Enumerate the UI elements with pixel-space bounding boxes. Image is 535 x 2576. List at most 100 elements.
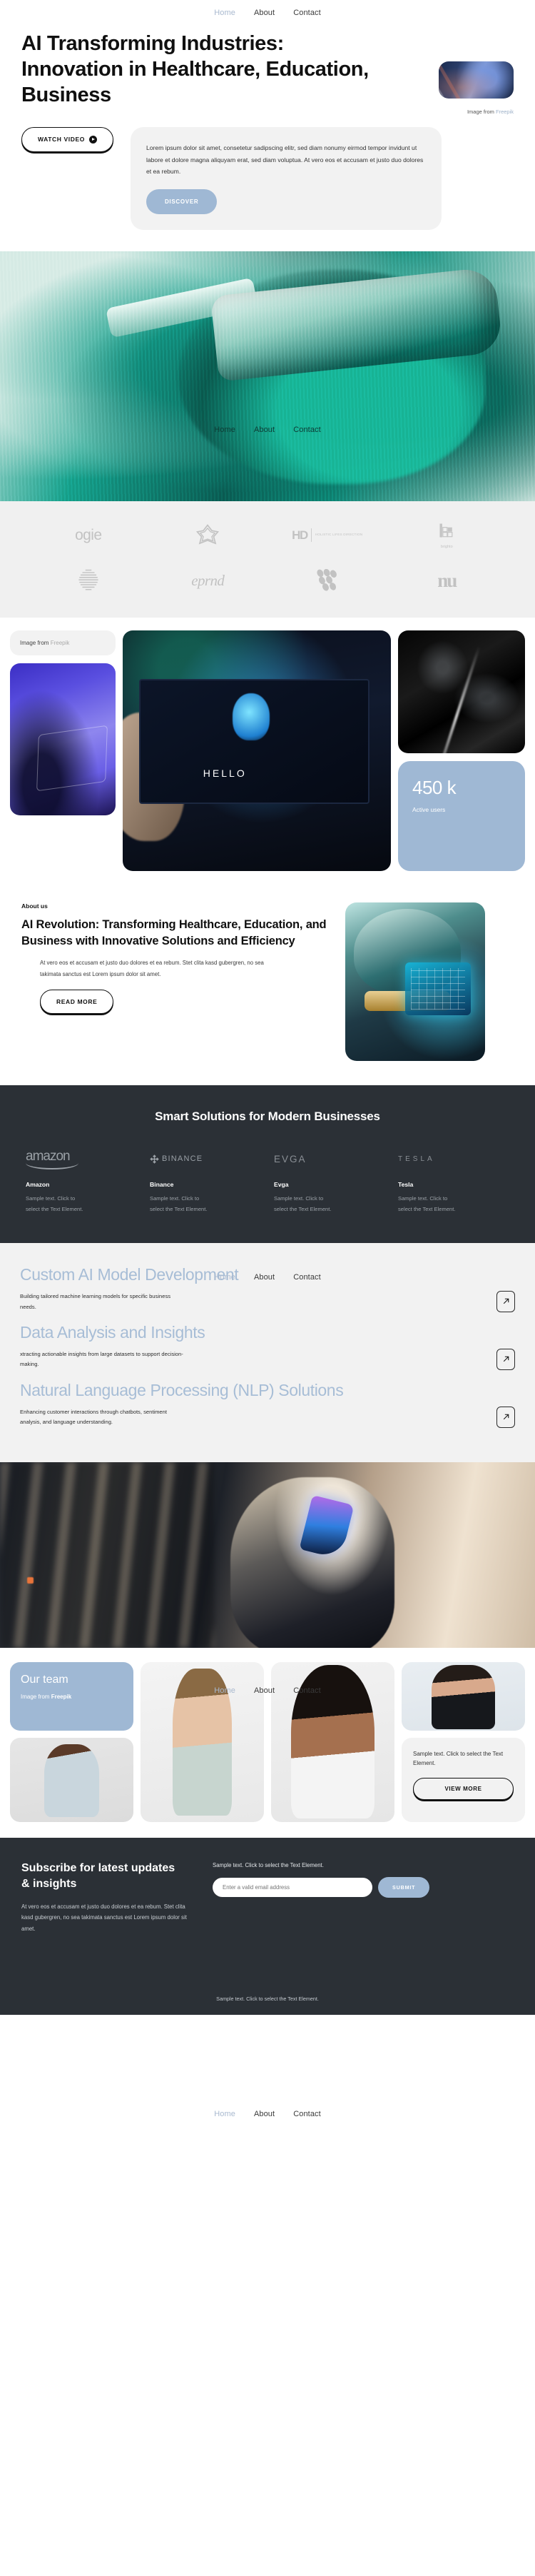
team-image-credit: Image from Freepik <box>21 1694 123 1700</box>
hd-subtitle: HOLISTIC LIFES DIRECTION <box>315 533 363 537</box>
team-section: Our team Image from Freepik Sample text.… <box>0 1647 535 1838</box>
service-arrow-button[interactable] <box>496 1348 515 1370</box>
hero-description-card: Lorem ipsum dolor sit amet, consetetur s… <box>130 126 442 231</box>
newsletter-column: Sample text. Click to select the Text El… <box>213 1861 514 1898</box>
nav-link-contact[interactable]: Contact <box>293 2110 321 2118</box>
brand-name: Tesla <box>398 1181 414 1189</box>
email-input[interactable] <box>213 1877 372 1897</box>
brand-name: Amazon <box>26 1181 50 1189</box>
our-team-title: Our team <box>21 1673 68 1686</box>
view-more-button[interactable]: VIEW MORE <box>413 1778 514 1801</box>
arrow-up-right-icon <box>503 1414 509 1420</box>
nav-link-about[interactable]: About <box>254 2110 275 2118</box>
nav-link-home[interactable]: Home <box>214 1686 235 1695</box>
service-item-data-analysis: Data Analysis and Insights xtracting act… <box>20 1322 515 1370</box>
nav-link-about[interactable]: About <box>254 1686 275 1695</box>
nav-link-contact[interactable]: Contact <box>293 426 321 434</box>
brand-name: Binance <box>150 1181 174 1189</box>
nav-link-contact[interactable]: Contact <box>293 1686 321 1695</box>
brand-card-amazon: amazon Amazon Sample text. Click to sele… <box>26 1148 137 1214</box>
credit-source-link[interactable]: Freepik <box>51 640 70 646</box>
nav-link-about[interactable]: About <box>254 9 275 17</box>
vr-image-texture <box>0 251 535 502</box>
play-icon <box>88 135 97 144</box>
brands-heading: Smart Solutions for Modern Businesses <box>155 1110 380 1124</box>
gallery-image-abstract <box>398 630 525 754</box>
brand-card-evga: EVGA Evga Sample text. Click to select t… <box>274 1148 385 1214</box>
credit-prefix: Image from <box>21 1693 51 1700</box>
about-heading: AI Revolution: Transforming Healthcare, … <box>21 918 327 947</box>
our-team-card: Our team Image from Freepik <box>10 1661 133 1731</box>
read-more-button[interactable]: READ MORE <box>40 990 114 1015</box>
service-description: Enhancing customer interactions through … <box>20 1409 167 1426</box>
logo-ogie: ogie <box>75 526 102 543</box>
nav-link-home[interactable]: Home <box>214 9 235 17</box>
service-description: xtracting actionable insights from large… <box>20 1351 183 1368</box>
discover-button[interactable]: DISCOVER <box>146 189 218 215</box>
footer-bottom-note: Sample text. Click to select the Text El… <box>216 1996 319 2003</box>
about-robot-image <box>345 902 485 1062</box>
tesla-wordmark: TESLA <box>398 1154 435 1163</box>
arrow-up-right-icon <box>503 1299 509 1304</box>
brand-description: Sample text. Click to select the Text El… <box>26 1195 83 1212</box>
watch-video-button[interactable]: WATCH VIDEO <box>21 126 113 152</box>
footer-section: Subscribe for latest updates & insights … <box>0 1837 535 2016</box>
nav-link-contact[interactable]: Contact <box>293 9 321 17</box>
nav-link-home[interactable]: Home <box>214 2110 235 2118</box>
brand-description: Sample text. Click to select the Text El… <box>150 1195 208 1212</box>
credit-source-link[interactable]: Freepik <box>51 1694 71 1700</box>
team-member-photo-2 <box>271 1661 394 1822</box>
logo-nu: nu <box>437 569 457 591</box>
hero-image-credit: Image from Freepik <box>467 109 514 115</box>
page-title: AI Transforming Industries: Innovation i… <box>21 32 369 106</box>
hero-paragraph: Lorem ipsum dolor sit amet, consetetur s… <box>146 144 424 176</box>
nav-link-home[interactable]: Home <box>214 426 235 434</box>
credit-source-link[interactable]: Freepik <box>496 109 514 115</box>
brand-name: Evga <box>274 1181 289 1189</box>
nav-link-home[interactable]: Home <box>214 1273 235 1282</box>
service-item-custom-ai: Custom AI Model Development Building tai… <box>20 1264 515 1312</box>
nav-link-contact[interactable]: Contact <box>293 1273 321 1282</box>
logo-brighto: brighto <box>437 521 456 549</box>
service-arrow-button[interactable] <box>496 1290 515 1312</box>
nav-link-about[interactable]: About <box>254 426 275 434</box>
about-text-column: About us AI Revolution: Transforming Hea… <box>21 902 330 1015</box>
vr-hero-image <box>0 251 535 502</box>
service-title: Natural Language Processing (NLP) Soluti… <box>20 1380 344 1399</box>
arrow-up-right-icon <box>503 1357 509 1362</box>
gallery-col-left: Image from Freepik <box>10 630 116 816</box>
hologram-head-icon <box>233 693 270 740</box>
team-member-photo-3 <box>402 1661 525 1731</box>
hero-thumbnail-image <box>439 61 514 99</box>
team-view-more-card: Sample text. Click to select the Text El… <box>402 1737 525 1822</box>
binance-logo: BINANCE <box>150 1148 261 1169</box>
binance-wordmark: BINANCE <box>162 1154 203 1164</box>
overlay-navigation-4: Home About Contact <box>0 2110 535 2118</box>
screen-hello-text: HELLO <box>203 768 247 780</box>
brand-description: Sample text. Click to select the Text El… <box>398 1195 456 1212</box>
nav-link-about[interactable]: About <box>254 1273 275 1282</box>
service-item-nlp: Natural Language Processing (NLP) Soluti… <box>20 1380 515 1428</box>
gallery-image-credit: Image from Freepik <box>10 630 116 656</box>
service-description: Building tailored machine learning model… <box>20 1293 171 1310</box>
logo-hd-holistic: HD HOLISTIC LIFES DIRECTION <box>292 528 362 543</box>
logo-eprnd: eprnd <box>191 571 225 589</box>
banner-light-streaks <box>0 1461 214 1648</box>
stat-label: Active users <box>412 806 446 814</box>
gallery-section: Image from Freepik HELLO 450 k Active us… <box>0 618 535 887</box>
brands-section: Smart Solutions for Modern Businesses am… <box>0 1085 535 1243</box>
brand-description: Sample text. Click to select the Text El… <box>274 1195 332 1212</box>
hd-divider <box>310 528 312 543</box>
robot-visor-hud <box>405 962 472 1016</box>
robot-banner-image <box>0 1461 535 1648</box>
about-eyebrow: About us <box>21 902 48 910</box>
brighto-label: brighto <box>440 545 453 550</box>
about-section: About us AI Revolution: Transforming Hea… <box>0 887 535 1085</box>
evga-logo: EVGA <box>274 1148 385 1169</box>
service-arrow-button[interactable] <box>496 1406 515 1428</box>
tesla-logo: TESLA <box>398 1148 509 1169</box>
submit-button[interactable]: SUBMIT <box>378 1876 430 1898</box>
logo-flower-mark <box>195 523 220 548</box>
hero-section: AI Transforming Industries: Innovation i… <box>0 0 535 252</box>
credit-prefix: Image from <box>467 109 496 115</box>
